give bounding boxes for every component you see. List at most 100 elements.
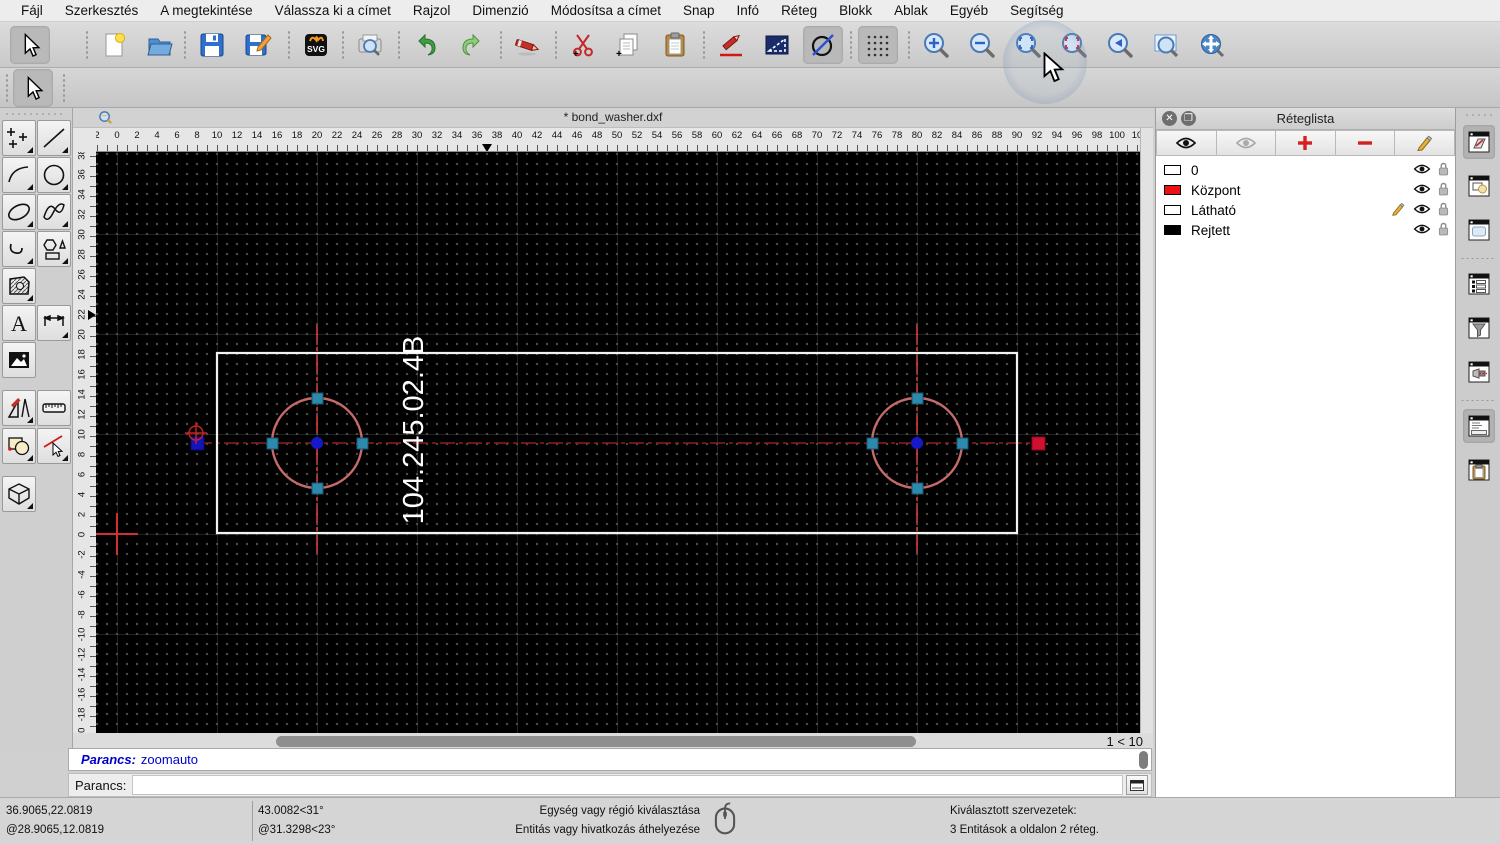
canvas-vertical-scrollbar[interactable]	[1140, 128, 1153, 733]
layers-dock-dock-button[interactable]	[1463, 125, 1495, 159]
menu-seg-ts-g[interactable]: Segítség	[999, 0, 1074, 22]
print-preview-button[interactable]	[350, 26, 390, 64]
menu-szerkeszt-s[interactable]: Szerkesztés	[54, 0, 150, 22]
delete-selected-button[interactable]	[508, 26, 548, 64]
paste-button[interactable]	[655, 26, 695, 64]
open-file-button[interactable]	[140, 26, 180, 64]
trim-tool-button[interactable]	[37, 428, 71, 464]
v-ruler-label: 8	[76, 451, 88, 458]
menu-ablak[interactable]: Ablak	[883, 0, 939, 22]
menu-snap[interactable]: Snap	[672, 0, 726, 22]
h-ruler-label: 92	[1031, 130, 1043, 141]
tool-dock-dock-button[interactable]	[1463, 355, 1495, 389]
layer-panel-titlebar[interactable]: ✕ ❐ Réteglista	[1156, 108, 1455, 130]
layer-visibility-icon[interactable]	[1413, 223, 1431, 238]
menu-v-lassza-ki-a-c-met[interactable]: Válassza ki a címet	[264, 0, 402, 22]
library-dock-dock-button[interactable]	[1463, 213, 1495, 247]
add-layer-button[interactable]	[1276, 130, 1336, 156]
cut-button[interactable]: +	[563, 26, 603, 64]
layer-row-l-that[interactable]: Látható	[1156, 200, 1455, 220]
menu-dimenzi[interactable]: Dimenzió	[461, 0, 539, 22]
line-tool-button[interactable]	[37, 120, 71, 156]
solid-3d-tool-button[interactable]	[2, 476, 36, 512]
menu-inf[interactable]: Infó	[726, 0, 771, 22]
menu-blokk[interactable]: Blokk	[828, 0, 883, 22]
arc-tool-button[interactable]	[2, 157, 36, 193]
layer-visibility-icon[interactable]	[1413, 183, 1431, 198]
remove-layer-button[interactable]	[1335, 130, 1396, 156]
menu-egy-b[interactable]: Egyéb	[939, 0, 999, 22]
drawing-canvas[interactable]: 104.245.02.4B	[96, 152, 1140, 733]
svg-export-button[interactable]: SVG	[296, 26, 336, 64]
menu-a-megtekint-se[interactable]: A megtekintése	[149, 0, 263, 22]
toolbar-separator	[85, 30, 89, 60]
ellipse-tool-button[interactable]	[2, 194, 36, 230]
select-tool-button[interactable]	[13, 69, 53, 107]
zoom-selected-button[interactable]	[1054, 26, 1094, 64]
draft-mode-button[interactable]	[803, 26, 843, 64]
layer-row-0[interactable]: 0	[1156, 160, 1455, 180]
new-file-button[interactable]	[94, 26, 134, 64]
horizontal-scrollbar-thumb[interactable]	[276, 736, 916, 747]
document-titlebar[interactable]: * bond_washer.dxf	[73, 108, 1153, 128]
centerline-endpoint-handle-right[interactable]	[1031, 436, 1046, 451]
spline-tool-button[interactable]	[37, 194, 71, 230]
palette-drag-handle[interactable]	[4, 112, 66, 116]
left-circle-center-point[interactable]	[311, 437, 323, 449]
filter-dock-dock-button[interactable]	[1463, 311, 1495, 345]
zoom-pan-button[interactable]	[1192, 26, 1232, 64]
layer-lock-icon[interactable]	[1438, 162, 1449, 179]
menu-m-dos-tsa-a-c-met[interactable]: Módosítsa a címet	[540, 0, 672, 22]
draw-pen-button[interactable]	[711, 26, 751, 64]
circle-tool-button[interactable]	[37, 157, 71, 193]
dimension-tool-button[interactable]	[37, 305, 71, 341]
zoom-auto-button[interactable]	[1008, 26, 1048, 64]
select-arrow-button[interactable]	[10, 26, 50, 64]
redo-button[interactable]	[452, 26, 492, 64]
show-all-layers-button[interactable]	[1156, 130, 1217, 156]
clipboard-dock-dock-button[interactable]	[1463, 453, 1495, 487]
command-input[interactable]	[132, 775, 1123, 795]
zoom-out-button[interactable]	[962, 26, 1002, 64]
text-icon: A	[11, 311, 27, 336]
list-dock-dock-button[interactable]	[1463, 267, 1495, 301]
modify-attributes-tool-button[interactable]	[2, 428, 36, 464]
copy-button[interactable]: +	[609, 26, 649, 64]
hide-all-layers-button[interactable]	[1216, 130, 1277, 156]
right-circle-center-point[interactable]	[911, 437, 923, 449]
command-dock-dock-button[interactable]	[1463, 409, 1495, 443]
text-tool-button[interactable]: A	[2, 305, 36, 341]
menu-f-jl[interactable]: Fájl	[10, 0, 54, 22]
measure-tool-button[interactable]	[37, 390, 71, 426]
keyboard-toggle-button[interactable]	[1126, 775, 1148, 795]
image-tool-button[interactable]	[2, 342, 36, 378]
layer-visibility-icon[interactable]	[1413, 163, 1431, 178]
blocks-dock-dock-button[interactable]	[1463, 169, 1495, 203]
points-tool-button[interactable]	[2, 120, 36, 156]
save-file-button[interactable]	[192, 26, 232, 64]
dock-drag-handle[interactable]	[1464, 113, 1492, 117]
polyline-tool-button[interactable]	[2, 231, 36, 267]
edit-layer-button[interactable]	[1395, 130, 1455, 156]
layer-lock-icon[interactable]	[1438, 182, 1449, 199]
layer-lock-icon[interactable]	[1438, 202, 1449, 219]
part-label-text[interactable]: 104.245.02.4B	[398, 336, 430, 525]
layer-lock-icon[interactable]	[1438, 222, 1449, 239]
command-history-scrollbar[interactable]	[1139, 751, 1148, 769]
layer-row-k-zpont[interactable]: Központ	[1156, 180, 1455, 200]
zoom-window-button[interactable]	[1146, 26, 1186, 64]
menu-rajzol[interactable]: Rajzol	[402, 0, 462, 22]
hatch-tool-button[interactable]	[2, 268, 36, 304]
select-window-button[interactable]	[757, 26, 797, 64]
layer-row-rejtett[interactable]: Rejtett	[1156, 220, 1455, 240]
layer-visibility-icon[interactable]	[1413, 203, 1431, 218]
menu-r-teg[interactable]: Réteg	[770, 0, 828, 22]
zoom-in-button[interactable]	[916, 26, 956, 64]
modify-tool-button[interactable]	[2, 390, 36, 426]
h-ruler-label: 62	[731, 130, 743, 141]
zoom-previous-button[interactable]	[1100, 26, 1140, 64]
polygon-tool-button[interactable]	[37, 231, 71, 267]
grid-toggle-button[interactable]	[858, 26, 898, 64]
undo-button[interactable]	[406, 26, 446, 64]
save-as-button[interactable]	[238, 26, 278, 64]
